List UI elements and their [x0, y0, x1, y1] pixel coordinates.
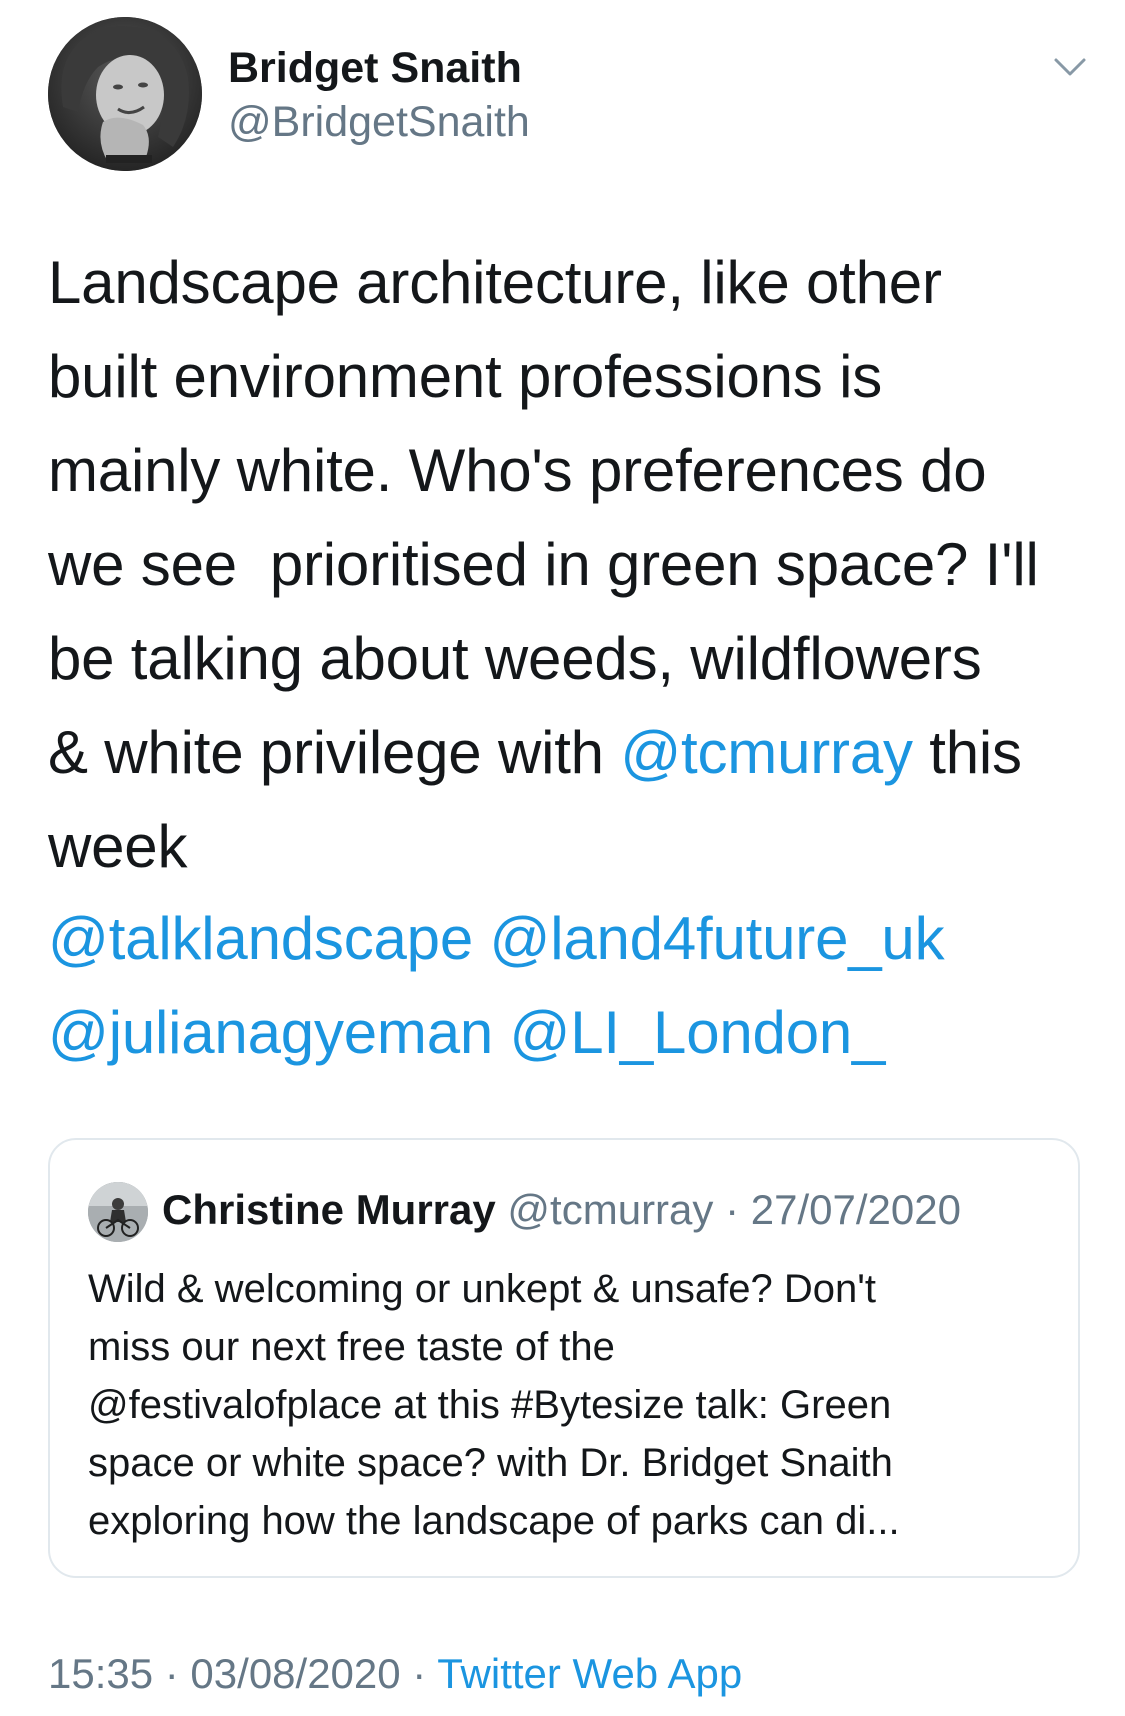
mention-line[interactable]: @talklandscape @land4future_uk: [48, 892, 1098, 986]
quoted-author-name[interactable]: Christine Murray: [162, 1186, 496, 1233]
tweet-line: built environment professions is: [48, 343, 883, 410]
quoted-tweet-line: Wild & welcoming or unkept & unsafe? Don…: [88, 1267, 877, 1311]
mention-link[interactable]: @tcmurray: [620, 719, 913, 786]
quoted-tweet-header: Christine Murray @tcmurray · 27/07/2020: [162, 1186, 961, 1234]
tweet-line: be talking about weeds, wildflowers: [48, 625, 982, 692]
quoted-tweet-line: miss our next free taste of the: [88, 1325, 615, 1369]
tweet-line: & white privilege with @tcmurray this: [48, 706, 1098, 800]
quoted-author-avatar[interactable]: [88, 1182, 148, 1242]
author-avatar[interactable]: [48, 17, 202, 171]
tweet-line-prefix: & white privilege with: [48, 719, 621, 786]
quoted-tweet-line: space or white space? with Dr. Bridget S…: [88, 1441, 893, 1485]
mention-line[interactable]: @julianagyeman @LI_London_: [48, 986, 1098, 1080]
tweet-line: Landscape architecture, like other: [48, 249, 942, 316]
quoted-tweet-card[interactable]: Christine Murray @tcmurray · 27/07/2020 …: [48, 1138, 1080, 1578]
tweet-line: week: [48, 813, 188, 880]
tweet-line: mainly white. Who's preferences do: [48, 437, 987, 504]
tweet-timestamp[interactable]: 15:35 · 03/08/2020 ·: [48, 1650, 437, 1697]
quoted-tweet-line: @festivalofplace at this #Bytesize talk:…: [88, 1383, 892, 1427]
mentions: @talklandscape @land4future_uk @julianag…: [48, 892, 1098, 1080]
tweet-line: we see prioritised in green space? I'll: [48, 531, 1039, 598]
tweet-footer: 15:35 · 03/08/2020 · Twitter Web App: [48, 1650, 742, 1698]
author-handle[interactable]: @BridgetSnaith: [228, 98, 530, 147]
chevron-down-icon[interactable]: [1050, 52, 1090, 82]
tweet-text: Landscape architecture, like other built…: [48, 236, 1098, 894]
source-app-link[interactable]: Twitter Web App: [437, 1650, 742, 1697]
tweet-header: Bridget Snaith @BridgetSnaith: [0, 0, 1125, 200]
author-name[interactable]: Bridget Snaith: [228, 44, 522, 93]
quoted-tweet-text: Wild & welcoming or unkept & unsafe? Don…: [88, 1260, 1058, 1550]
user-avatar-icon: [48, 17, 202, 171]
quoted-author-meta: @tcmurray · 27/07/2020: [495, 1186, 961, 1233]
quoted-tweet-line: exploring how the landscape of parks can…: [88, 1499, 900, 1543]
tweet-line-suffix: this: [912, 719, 1022, 786]
user-avatar-icon: [88, 1182, 148, 1242]
